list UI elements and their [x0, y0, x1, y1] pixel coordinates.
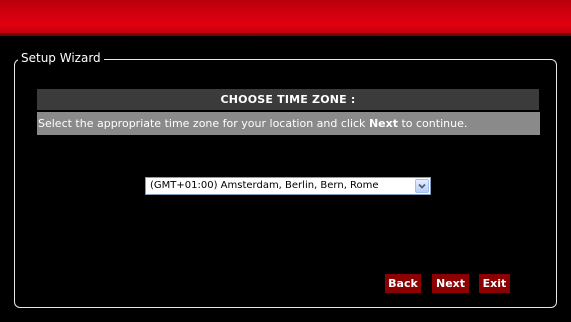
- top-banner-shadow: [0, 33, 571, 36]
- section-header: CHOOSE TIME ZONE :: [37, 89, 539, 110]
- instruction-suffix: to continue.: [397, 117, 468, 130]
- chevron-down-icon[interactable]: [415, 179, 429, 193]
- top-banner: [0, 0, 571, 36]
- wizard-title: Setup Wizard: [18, 50, 104, 66]
- timezone-selected-value: (GMT+01:00) Amsterdam, Berlin, Bern, Rom…: [150, 180, 379, 191]
- instruction-emphasis: Next: [368, 117, 398, 130]
- instruction-text: Select the appropriate time zone for you…: [37, 112, 540, 135]
- instruction-prefix: Select the appropriate time zone for you…: [38, 117, 369, 130]
- exit-button[interactable]: Exit: [479, 274, 510, 293]
- setup-wizard-page: Setup Wizard CHOOSE TIME ZONE : Select t…: [0, 0, 571, 322]
- timezone-select[interactable]: (GMT+01:00) Amsterdam, Berlin, Bern, Rom…: [145, 177, 431, 195]
- back-button[interactable]: Back: [385, 274, 421, 293]
- next-button[interactable]: Next: [432, 274, 469, 293]
